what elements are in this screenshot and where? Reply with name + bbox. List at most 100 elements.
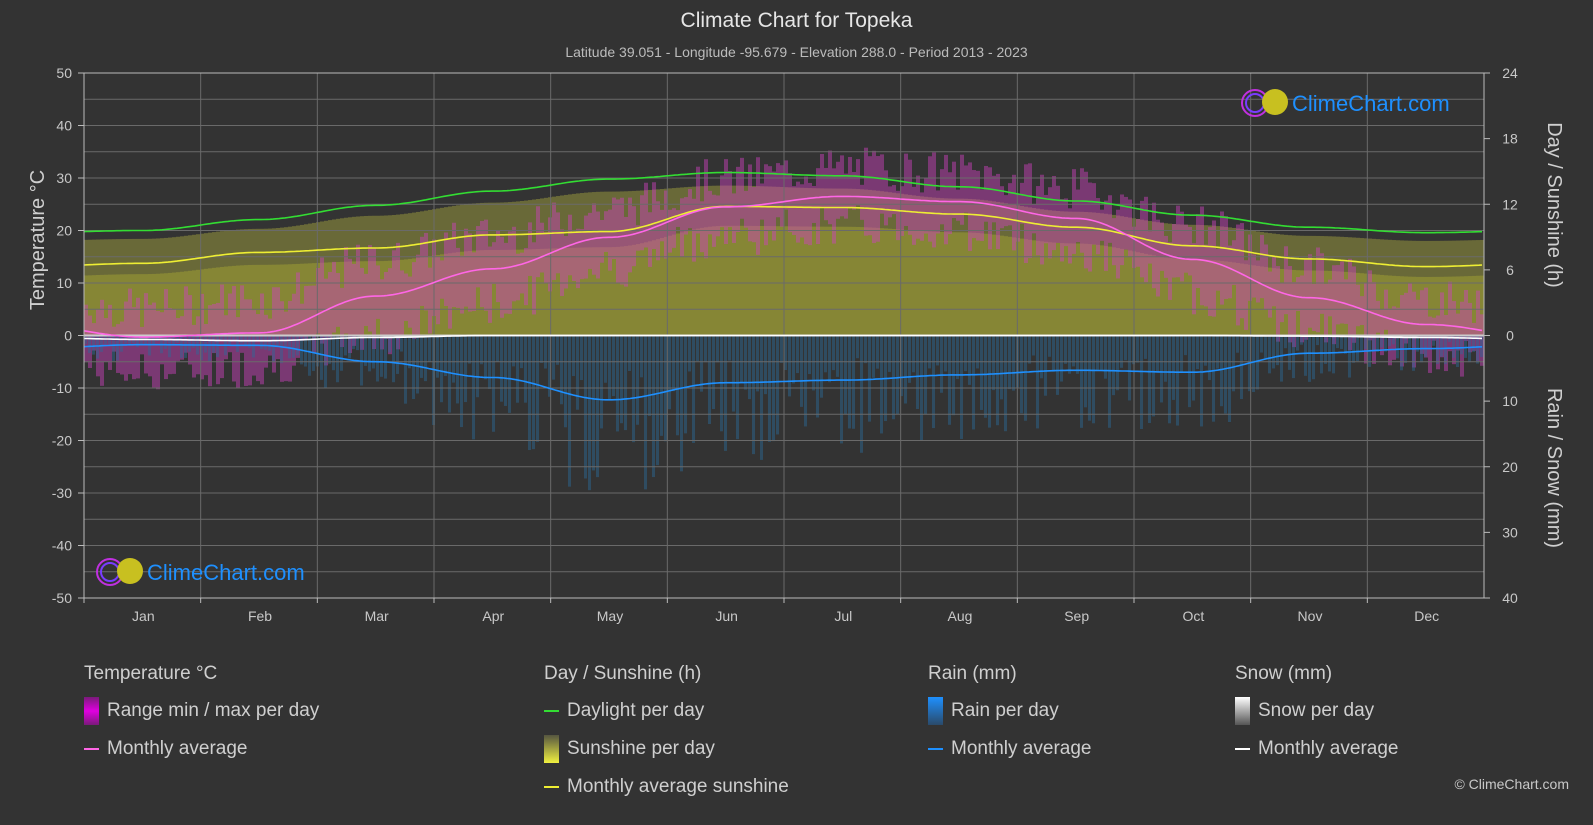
temp-range-bar	[992, 175, 996, 223]
temp-range-bar	[532, 242, 536, 315]
temp-range-bar	[952, 161, 956, 219]
rain-bar	[1360, 335, 1363, 352]
rain-bar	[368, 335, 371, 372]
rain-bar	[768, 335, 771, 442]
temp-range-bar	[256, 314, 260, 382]
temp-range-bar	[912, 186, 916, 245]
rain-bar	[100, 335, 103, 352]
temp-range-bar	[876, 156, 880, 242]
temp-range-bar	[1356, 284, 1360, 327]
legend-rain: Rain (mm) Rain per day Monthly average	[928, 663, 1091, 775]
legend-item: Monthly average sunshine	[544, 775, 789, 799]
rain-bar	[1028, 335, 1031, 364]
rain-bar	[676, 335, 679, 436]
rain-bar	[204, 335, 207, 353]
rain-avg-swatch-icon	[928, 748, 943, 750]
rain-bar	[724, 335, 727, 451]
temp-range-bar	[1308, 254, 1312, 328]
temp-range-bar	[800, 184, 804, 238]
temp-range-bar	[584, 215, 588, 279]
temp-range-bar	[496, 230, 500, 303]
legend-title: Snow (mm)	[1235, 663, 1333, 684]
temp-range-bar	[368, 245, 372, 332]
rain-bar	[472, 335, 475, 440]
sunshine-bar	[728, 225, 732, 336]
sunshine-bar	[1128, 250, 1132, 336]
rain-bar	[504, 335, 507, 406]
rain-bar	[308, 335, 311, 376]
rain-bar	[336, 335, 339, 383]
rain-bar	[460, 335, 463, 428]
temp-range-bar	[616, 199, 620, 284]
temp-range-bar	[544, 232, 548, 284]
rain-bar	[1284, 335, 1287, 349]
rain-bar	[1352, 335, 1355, 363]
temp-range-bar	[472, 252, 476, 312]
left-axis-label: Temperature °C	[27, 170, 49, 310]
temp-range-bar	[516, 253, 520, 301]
sunshine-bar	[892, 229, 896, 336]
temp-range-bar	[308, 285, 312, 335]
rain-bar	[496, 335, 499, 362]
sunshine-bar	[1032, 240, 1036, 336]
temp-range-bar	[1332, 265, 1336, 345]
temp-range-bar	[536, 206, 540, 278]
rain-bar	[684, 335, 687, 434]
sunshine-bar	[828, 226, 832, 336]
sunshine-bar	[848, 226, 852, 336]
temp-range-bar	[1228, 245, 1232, 299]
temp-range-bar	[932, 152, 936, 248]
legend-item: Daylight per day	[544, 699, 789, 723]
sunshine-bar	[948, 232, 952, 336]
rain-bar	[580, 335, 583, 381]
temp-range-bar	[964, 165, 968, 213]
temp-range-bar	[376, 265, 380, 319]
temp-range-bar	[420, 236, 424, 306]
temp-range-bar	[728, 171, 732, 228]
daylight-swatch-icon	[544, 710, 559, 712]
rain-bar	[252, 335, 255, 358]
rain-bar	[1276, 335, 1279, 366]
rain-bar	[980, 335, 983, 410]
rain-bar	[712, 335, 715, 410]
sunshine-bar	[964, 232, 968, 336]
temp-range-bar	[1212, 220, 1216, 317]
rain-bar	[328, 335, 331, 364]
sunshine-bar	[888, 228, 892, 336]
rain-bar	[1400, 335, 1403, 371]
temp-range-bar	[1012, 174, 1016, 251]
temp-range-bar	[400, 270, 404, 337]
temp-range-bar	[1352, 266, 1356, 343]
rain-bar	[1344, 335, 1347, 354]
temp-range-bar	[1272, 256, 1276, 307]
rain-bar	[636, 335, 639, 425]
temp-range-bar	[284, 311, 288, 382]
temp-range-bar	[908, 159, 912, 235]
rain-bar	[1004, 335, 1007, 432]
right-bottom-tick-label: 30	[1502, 524, 1518, 540]
rain-bar	[948, 335, 951, 425]
sunshine-bar	[864, 227, 868, 336]
rain-bar	[788, 335, 791, 397]
rain-bar	[468, 335, 471, 364]
temp-range-bar	[1340, 261, 1344, 324]
sunshine-bar	[836, 226, 840, 336]
sunshine-bar	[752, 225, 756, 336]
sunshine-bar	[820, 226, 824, 336]
rain-swatch-icon	[928, 697, 943, 725]
rain-bar	[208, 335, 211, 362]
rain-bar	[692, 335, 695, 443]
rain-bar	[236, 335, 239, 352]
month-tick-label: Oct	[1182, 608, 1204, 624]
rain-bar	[528, 335, 531, 451]
month-tick-label: Aug	[948, 608, 973, 624]
rain-bar	[516, 335, 519, 403]
rain-bar	[796, 335, 799, 374]
temp-range-bar	[748, 164, 752, 242]
temp-range-bar	[1036, 186, 1040, 256]
rain-bar	[1064, 335, 1067, 364]
temp-range-bar	[164, 289, 168, 380]
temp-range-bar	[464, 228, 468, 307]
left-tick-label: -50	[52, 590, 72, 606]
sunshine-bar	[776, 226, 780, 336]
